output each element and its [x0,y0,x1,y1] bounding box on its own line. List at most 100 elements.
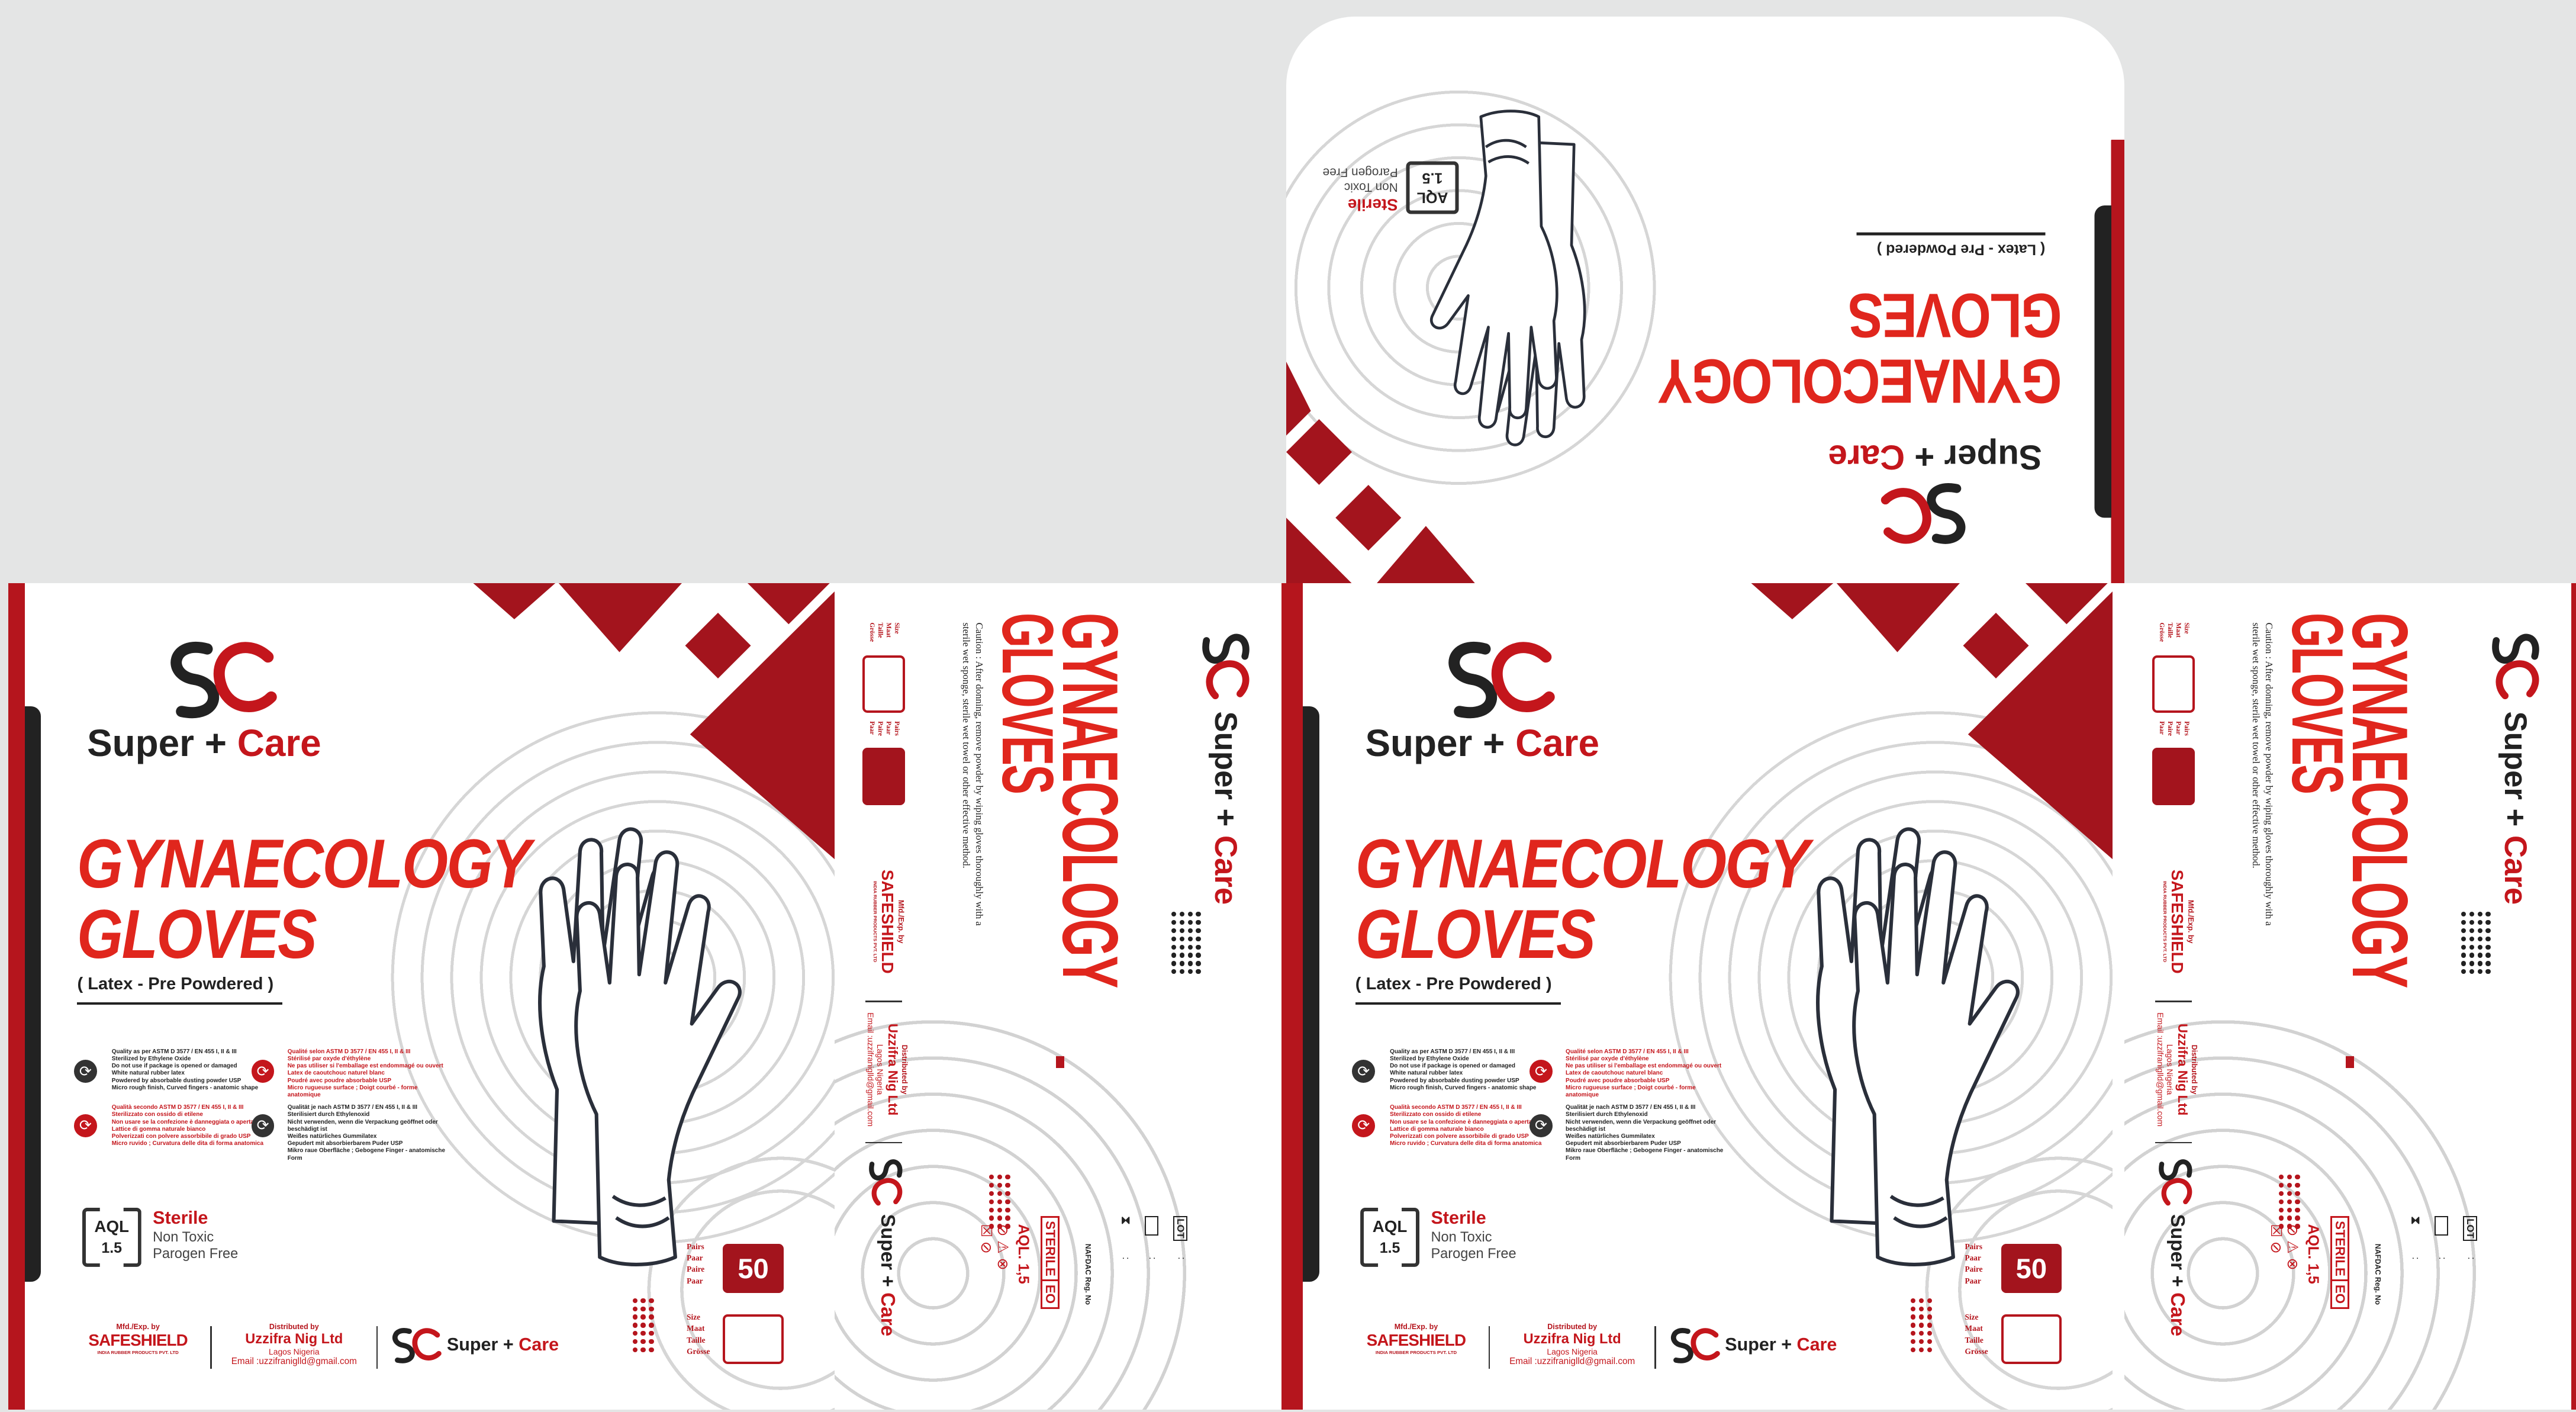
warning-symbols: ⊘ ⚠ ⊗ ☒ ⊘ [2267,1224,2301,1290]
divider [1654,1326,1656,1369]
brand-monogram [1191,623,1260,702]
subtitle-underline [1856,232,2046,235]
brand-plus: + [1781,1334,1792,1355]
product-title-line2: GLOVES [77,895,317,973]
pair-count-badge: 50 [723,1244,784,1294]
aql-badge: AQL 1.5 [82,1207,141,1267]
black-dot-grid [1171,912,1201,974]
sc-monogram-icon [2491,633,2539,699]
red-triangle [1376,526,1476,584]
dot [632,1298,637,1303]
dot [1910,1339,1916,1345]
dot [2485,953,2491,958]
quality-icon: ⟳ [1352,1060,1376,1083]
brand-plus: + [503,1334,514,1355]
subtitle-underline [77,1002,283,1005]
sc-monogram-icon [2158,1159,2192,1207]
brand-plus: + [1914,437,1935,476]
brand-name: Super + Care [1365,721,1599,765]
distributor-name: Uzzifra Nig Ltd [885,1024,900,1116]
dot [1918,1306,1924,1311]
dot [2295,1183,2300,1188]
lid-rotated-content: Super + Care GYNAECOLOGY GLOVES ( Latex … [1286,16,2124,584]
sc-monogram-icon [1881,483,1966,544]
dot [640,1347,646,1353]
lot-label: LOT [1173,1215,1188,1241]
dot [2477,928,2482,934]
quality-text-fr: Qualité selon ASTM D 3577 / EN 455 I, II… [287,1048,443,1099]
dot [1179,961,1185,966]
manufacturer-block: Mfd./Exp. by SAFESHIELD INDIA RUBBER PRO… [70,1323,205,1355]
dot [640,1323,646,1328]
dot [1187,953,1193,958]
divider [2155,1141,2192,1144]
dot [1005,1183,1010,1188]
product-subtitle: ( Latex - Pre Powdered ) [77,974,274,993]
aql-side-label: AQL. 1,5 [1015,1224,1032,1285]
manufacture-date-value: : [1147,1257,1158,1260]
dot [1187,936,1193,942]
pairs-labels: Pairs Paar Paire Paar [868,721,900,736]
packaging-dieline: Super + Care GYNAECOLOGY GLOVES ( Latex … [0,0,2576,1411]
brand-name-super: Super [1944,437,2042,476]
dot [1187,928,1193,934]
product-title-line2: GLOVES [987,613,1068,794]
dot [2469,912,2474,917]
dot [1910,1314,1916,1320]
lid-glue-tab [2094,205,2111,518]
product-subtitle: ( Latex - Pre Powdered ) [1877,241,2046,258]
dot [2485,912,2491,917]
gloves-illustration [537,827,742,1266]
manufacture-date-icon [1145,1215,1158,1236]
quality-text-de: Qualität je nach ASTM D 3577 / EN 455 I,… [287,1104,446,1162]
dot [1910,1331,1916,1336]
dot [1171,969,1177,974]
distributor-label: Distributed by [269,1323,319,1331]
dot [2461,912,2466,917]
dot [1927,1339,1932,1345]
dot [2485,920,2491,925]
brand-plus: + [877,1275,899,1288]
glue-tab [1302,706,1319,1282]
red-dot-grid [2278,1175,2300,1229]
manufacturer-name: SAFESHIELD [2168,870,2187,974]
distributor-email: Email :uzzifraniglld@gmail.com [2155,1012,2165,1127]
feature-non-toxic: Non Toxic [153,1229,214,1245]
dot [2295,1175,2300,1180]
brand-name-super: Super [1725,1334,1776,1355]
title-accent-bar [2346,1056,2355,1069]
manufacturer-name: SAFESHIELD [878,870,897,974]
warning-icon: ⚠ [994,1240,1011,1254]
quality-icon: ⟳ [1352,1114,1376,1137]
dot [1179,953,1185,958]
quality-icon: ⟳ [251,1114,275,1137]
divider [376,1326,378,1369]
dot [2287,1207,2292,1213]
dot [640,1331,646,1336]
quality-icon: ⟳ [251,1060,275,1083]
dot [632,1306,637,1311]
dot [1187,912,1193,917]
red-diamond [1286,419,1353,485]
pair-count: 50 [2015,1253,2047,1285]
nafdac-label: NAFDAC Reg. No [1084,1244,1093,1305]
aql-value: 1.5 [1422,169,1443,186]
dot [988,1191,994,1196]
quality-text-fr: Qualité selon ASTM D 3577 / EN 455 I, II… [1566,1048,1722,1099]
brand-monogram-small [1663,1324,1722,1367]
dot [2485,969,2491,974]
dot [2477,944,2482,950]
dot [2461,928,2466,934]
product-title-line2: GLOVES [1849,280,2062,350]
brand-name-super: Super [1208,711,1244,800]
dot [1927,1323,1932,1328]
dot [1927,1347,1932,1353]
dot [2469,961,2474,966]
red-diamond [1335,484,1402,551]
lot-label: LOT [2463,1215,2478,1241]
no-sunlight-icon: ☒ [978,1224,995,1238]
brand-name-care: Care [2166,1292,2188,1337]
pair-count: 50 [738,1253,769,1285]
dot [2485,944,2491,950]
pair-count-badge [862,747,906,805]
